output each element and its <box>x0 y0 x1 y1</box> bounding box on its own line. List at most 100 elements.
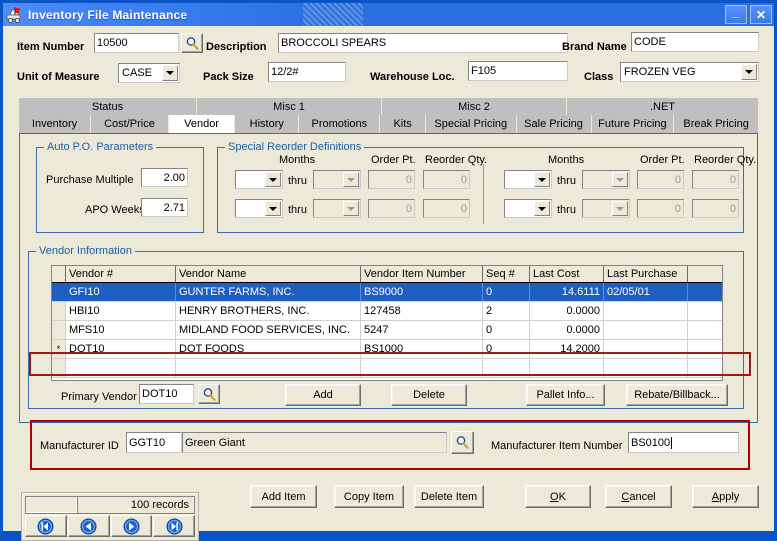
vendor-grid-header-vendor-no[interactable]: Vendor # <box>66 266 176 282</box>
unit-of-measure-select[interactable]: CASE <box>118 63 180 83</box>
cell-last-cost: 14.6111 <box>530 283 604 301</box>
client-area: Item Number 10500 Description BROCCOLI S… <box>3 26 774 541</box>
pack-size-input[interactable]: 12/2# <box>268 62 346 82</box>
tab-inventory[interactable]: Inventory <box>19 115 92 133</box>
brand-name-input[interactable]: CODE <box>631 32 759 52</box>
chevron-down-icon[interactable] <box>741 64 757 80</box>
reorder-left-month-to-1[interactable] <box>313 170 361 189</box>
cell-vendor-name <box>176 359 361 377</box>
item-number-input[interactable]: 10500 <box>94 33 179 53</box>
cell-seq-no: 2 <box>483 302 530 320</box>
close-button[interactable]: ✕ <box>750 5 772 24</box>
vendor-grid-header: Vendor # Vendor Name Vendor Item Number … <box>52 266 722 283</box>
table-row[interactable]: HBI10 HENRY BROTHERS, INC. 127458 2 0.00… <box>52 302 722 321</box>
vendor-grid-header-vendor-item-number[interactable]: Vendor Item Number <box>361 266 483 282</box>
manufacturer-lookup-button[interactable] <box>451 431 474 454</box>
table-row[interactable]: GFI10 GUNTER FARMS, INC. BS9000 0 14.611… <box>52 283 722 302</box>
group-tab-misc-2[interactable]: Misc 2 <box>382 98 567 115</box>
reorder-right-month-to-1[interactable] <box>582 170 630 189</box>
tab-future-pricing[interactable]: Future Pricing <box>591 115 675 133</box>
manufacturer-id-input[interactable]: GGT10 <box>126 432 182 453</box>
cell-vendor-no <box>66 359 176 377</box>
add-vendor-button[interactable]: Add <box>285 384 361 406</box>
chevron-down-icon[interactable] <box>612 172 628 187</box>
delete-item-button[interactable]: Delete Item <box>414 485 484 508</box>
reorder-left-month-from-2[interactable] <box>235 199 283 218</box>
item-number-lookup-button[interactable] <box>181 33 203 53</box>
chevron-down-icon[interactable] <box>343 201 359 216</box>
tab-sale-pricing[interactable]: Sale Pricing <box>516 115 592 133</box>
vendor-grid-header-seq-no[interactable]: Seq # <box>483 266 530 282</box>
delete-vendor-button[interactable]: Delete <box>391 384 467 406</box>
tab-special-pricing[interactable]: Special Pricing <box>426 115 517 133</box>
reorder-left-reorder-qty-2[interactable]: 0 <box>423 199 470 218</box>
group-tab-misc-1[interactable]: Misc 1 <box>197 98 382 115</box>
order-pt-label-right: Order Pt. <box>640 154 685 166</box>
reorder-qty-label-right: Reorder Qty. <box>694 154 757 166</box>
apo-weeks-input[interactable]: 2.71 <box>141 198 188 217</box>
chevron-down-icon[interactable] <box>343 172 359 187</box>
cancel-button[interactable]: Cancel <box>605 485 672 508</box>
unit-of-measure-label: Unit of Measure <box>17 71 100 83</box>
table-row[interactable] <box>52 359 722 378</box>
ok-button-rest: K <box>558 490 566 503</box>
description-label: Description <box>206 41 267 53</box>
apo-weeks-label: APO Weeks <box>85 204 145 216</box>
tab-promotions[interactable]: Promotions <box>299 115 381 133</box>
reorder-right-order-pt-1[interactable]: 0 <box>637 170 684 189</box>
chevron-down-icon[interactable] <box>534 172 550 187</box>
add-item-button[interactable]: Add Item <box>250 485 317 508</box>
chevron-down-icon[interactable] <box>534 201 550 216</box>
table-row[interactable]: MFS10 MIDLAND FOOD SERVICES, INC. 5247 0… <box>52 321 722 340</box>
reorder-left-reorder-qty-1[interactable]: 0 <box>423 170 470 189</box>
group-tab-status[interactable]: Status <box>19 98 197 115</box>
tab-vendor[interactable]: Vendor <box>168 115 236 133</box>
tab-break-pricing[interactable]: Break Pricing <box>674 115 758 133</box>
manufacturer-item-number-input[interactable]: BS0100 <box>628 432 739 453</box>
primary-vendor-lookup-button[interactable] <box>198 384 220 404</box>
record-count-label: 100 records <box>77 496 195 514</box>
class-select[interactable]: FROZEN VEG <box>620 62 759 82</box>
first-record-icon <box>37 518 54 534</box>
table-row[interactable]: * DOT10 DOT FOODS BS1000 0 14.2000 <box>52 340 722 359</box>
reorder-left-order-pt-1[interactable]: 0 <box>368 170 415 189</box>
chevron-down-icon[interactable] <box>265 201 281 216</box>
tab-cost-price[interactable]: Cost/Price <box>91 115 169 133</box>
reorder-right-month-from-2[interactable] <box>504 199 552 218</box>
primary-vendor-input[interactable]: DOT10 <box>139 384 194 404</box>
cell-vendor-name: HENRY BROTHERS, INC. <box>176 302 361 320</box>
vendor-grid-header-last-cost[interactable]: Last Cost <box>530 266 604 282</box>
reorder-right-order-pt-2[interactable]: 0 <box>637 199 684 218</box>
reorder-right-month-to-2[interactable] <box>582 199 630 218</box>
minimize-button[interactable]: _ <box>725 5 747 24</box>
record-position-indicator <box>25 496 77 514</box>
reorder-left-order-pt-2[interactable]: 0 <box>368 199 415 218</box>
reorder-right-reorder-qty-2[interactable]: 0 <box>692 199 739 218</box>
class-label: Class <box>584 71 614 83</box>
rebate-billback-button[interactable]: Rebate/Billback... <box>626 384 728 406</box>
auto-po-parameters-title: Auto P.O. Parameters <box>44 141 157 153</box>
chevron-down-icon[interactable] <box>265 172 281 187</box>
tab-kits[interactable]: Kits <box>380 115 426 133</box>
next-record-icon <box>123 518 140 534</box>
ok-button[interactable]: OK <box>525 485 591 508</box>
chevron-down-icon[interactable] <box>612 201 628 216</box>
purchase-multiple-input[interactable]: 2.00 <box>141 168 188 187</box>
group-tab-net[interactable]: .NET <box>567 98 758 115</box>
vendor-grid[interactable]: Vendor # Vendor Name Vendor Item Number … <box>51 265 723 381</box>
vendor-grid-header-last-purchase[interactable]: Last Purchase <box>604 266 688 282</box>
copy-item-button[interactable]: Copy Item <box>334 485 404 508</box>
apply-button[interactable]: Apply <box>692 485 759 508</box>
reorder-left-month-from-1[interactable] <box>235 170 283 189</box>
tab-history[interactable]: History <box>235 115 300 133</box>
title-bar: Inventory File Maintenance _ ✕ <box>3 3 774 26</box>
reorder-left-month-to-2[interactable] <box>313 199 361 218</box>
chevron-down-icon[interactable] <box>162 65 178 81</box>
reorder-right-month-from-1[interactable] <box>504 170 552 189</box>
description-input[interactable]: BROCCOLI SPEARS <box>278 33 568 53</box>
vendor-grid-header-vendor-name[interactable]: Vendor Name <box>176 266 361 282</box>
reorder-right-reorder-qty-1[interactable]: 0 <box>692 170 739 189</box>
cell-vendor-item-number: BS1000 <box>361 340 483 358</box>
warehouse-loc-input[interactable]: F105 <box>468 61 568 81</box>
pallet-info-button[interactable]: Pallet Info... <box>526 384 605 406</box>
